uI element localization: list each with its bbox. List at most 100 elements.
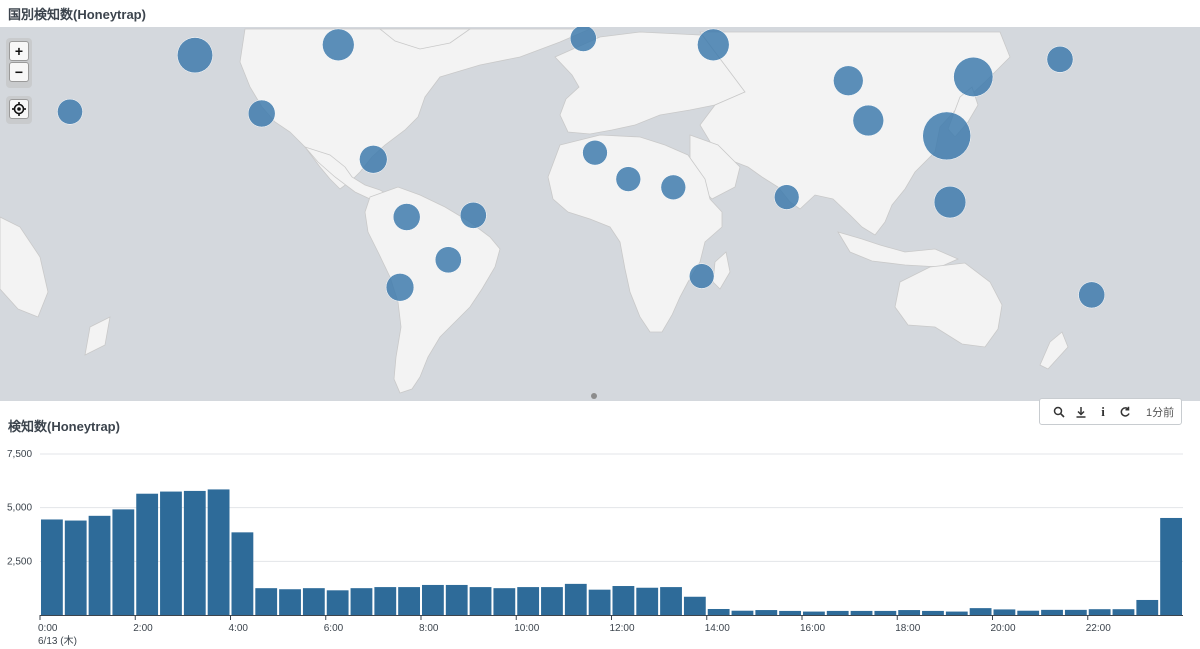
map-bubble-7[interactable]	[697, 28, 730, 61]
bar-10[interactable]	[279, 589, 301, 615]
bar-23[interactable]	[588, 589, 611, 615]
map-bubble-26[interactable]	[582, 140, 608, 166]
bar-21[interactable]	[541, 587, 563, 615]
bar-5[interactable]	[160, 491, 182, 615]
map-bubble-3[interactable]	[177, 37, 213, 74]
map-panel-title: 国別検知数(Honeytrap)	[8, 7, 146, 22]
map-bubble-2[interactable]	[953, 56, 994, 97]
refresh-icon[interactable]	[1114, 402, 1136, 422]
map-bubble-16[interactable]	[434, 246, 462, 274]
locate-button[interactable]	[9, 99, 29, 119]
bar-32[interactable]	[803, 611, 825, 615]
x-tick-label-2: 4:00	[229, 623, 249, 634]
map-bubble-8[interactable]	[852, 104, 884, 137]
zoom-out-button[interactable]: −	[9, 62, 29, 82]
map-bubble-9[interactable]	[833, 65, 864, 96]
x-tick-label-11: 22:00	[1086, 623, 1111, 634]
bar-16[interactable]	[422, 584, 444, 615]
bar-35[interactable]	[874, 610, 897, 615]
x-tick-label-10: 20:00	[991, 623, 1016, 634]
bar-37[interactable]	[922, 610, 944, 615]
map-bubble-11[interactable]	[359, 145, 388, 174]
bar-40[interactable]	[993, 609, 1016, 615]
bar-27[interactable]	[683, 596, 706, 615]
map-bubble-22[interactable]	[57, 98, 83, 125]
land-nz-west	[84, 316, 111, 356]
map-bubble-14[interactable]	[392, 203, 421, 231]
land-madagascar	[712, 251, 731, 290]
bar-19[interactable]	[493, 588, 516, 615]
bar-30[interactable]	[755, 610, 778, 615]
map-bubble-12[interactable]	[385, 273, 415, 302]
x-tick-label-6: 12:00	[610, 623, 635, 634]
bar-47[interactable]	[1160, 517, 1182, 615]
bar-11[interactable]	[302, 588, 325, 615]
bar-15[interactable]	[398, 587, 420, 615]
bar-46[interactable]	[1136, 599, 1159, 615]
bar-3[interactable]	[112, 509, 135, 615]
map-bubble-6[interactable]	[322, 28, 355, 61]
bar-0[interactable]	[41, 519, 63, 615]
chart-toolbar: i 1分前	[1039, 398, 1182, 425]
bar-34[interactable]	[850, 610, 873, 615]
bar-13[interactable]	[350, 588, 373, 615]
bar-45[interactable]	[1112, 609, 1135, 615]
map-bubble-30[interactable]	[689, 263, 715, 289]
map-bubble-28[interactable]	[660, 174, 686, 200]
x-tick-label-7: 14:00	[705, 623, 730, 634]
bar-4[interactable]	[136, 493, 159, 615]
bar-8[interactable]	[231, 532, 254, 615]
x-date-label: 6/13 (木)	[38, 635, 77, 647]
bar-29[interactable]	[731, 610, 754, 615]
bar-14[interactable]	[374, 587, 397, 615]
info-icon[interactable]: i	[1092, 402, 1114, 422]
bar-6[interactable]	[183, 490, 206, 615]
map-bubble-5[interactable]	[933, 185, 967, 219]
bar-28[interactable]	[707, 608, 730, 615]
map-bubble-17[interactable]	[569, 27, 597, 52]
bar-38[interactable]	[945, 611, 968, 615]
bar-33[interactable]	[826, 610, 849, 615]
bar-12[interactable]	[326, 590, 349, 615]
bar-1[interactable]	[64, 520, 87, 615]
bar-44[interactable]	[1088, 609, 1111, 615]
zoom-in-button[interactable]: +	[9, 41, 29, 61]
bar-17[interactable]	[445, 584, 468, 615]
bar-7[interactable]	[207, 489, 230, 615]
land-australia	[894, 262, 1003, 348]
bar-25[interactable]	[636, 587, 659, 615]
bar-42[interactable]	[1041, 609, 1063, 615]
bar-2[interactable]	[88, 515, 111, 615]
map-canvas[interactable]	[0, 27, 1200, 401]
search-icon[interactable]	[1048, 402, 1070, 422]
locate-control	[6, 96, 32, 124]
bar-39[interactable]	[969, 608, 992, 615]
bar-9[interactable]	[255, 588, 278, 615]
chart-bars	[41, 489, 1182, 615]
map-bubble-13[interactable]	[247, 99, 276, 128]
bar-36[interactable]	[898, 610, 921, 615]
bar-31[interactable]	[779, 610, 801, 615]
map-bubble-19[interactable]	[1046, 45, 1074, 73]
bar-18[interactable]	[469, 587, 492, 615]
bar-20[interactable]	[517, 587, 540, 615]
map-bubble-29[interactable]	[774, 184, 800, 210]
y-tick-label-7500: 7,500	[7, 449, 32, 460]
map-bubble-27[interactable]	[615, 166, 641, 192]
bar-41[interactable]	[1017, 610, 1040, 615]
chart-x-axis: 0:00 2:00 4:00 6:00 8:00 10:00 12:00 14:00 16:00…	[38, 615, 1183, 647]
download-icon[interactable]	[1070, 402, 1092, 422]
world-map[interactable]	[0, 27, 1200, 401]
land-alaska-west	[0, 216, 49, 318]
bar-24[interactable]	[612, 586, 635, 615]
map-bubble-1[interactable]	[922, 111, 971, 161]
map-bubble-15[interactable]	[459, 201, 487, 229]
crosshair-icon	[12, 102, 26, 116]
land-new-zealand	[1039, 331, 1069, 370]
bar-22[interactable]	[564, 583, 587, 615]
bar-26[interactable]	[660, 587, 682, 615]
map-scroll-indicator[interactable]	[591, 393, 597, 399]
map-bubble-20[interactable]	[1078, 281, 1106, 309]
land-layer	[0, 28, 1069, 394]
bar-43[interactable]	[1064, 609, 1087, 615]
